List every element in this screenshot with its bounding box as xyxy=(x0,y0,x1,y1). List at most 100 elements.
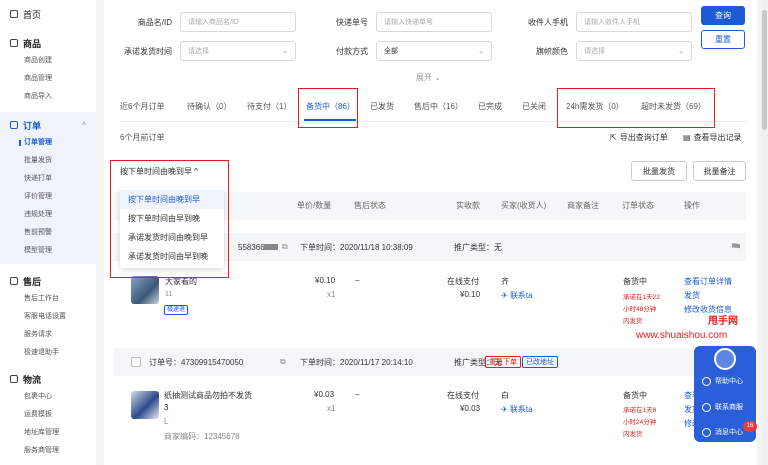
flag-label: 旗帜颜色 xyxy=(536,46,568,56)
sidebar-group-product: 商品 商品创建 商品管理 商品导入 xyxy=(0,34,96,106)
product-title-line2: 3 xyxy=(164,403,169,412)
batch-note-button[interactable]: 批量备注 xyxy=(693,161,746,181)
view-order-detail-link[interactable]: 查看订单详情 xyxy=(684,276,732,287)
sidebar-item-fast-refund[interactable]: 极速退助手 xyxy=(0,344,96,362)
phone-input[interactable]: 请输入收件人手机 xyxy=(576,12,692,32)
expand-label: 展开 xyxy=(416,73,432,82)
sidebar-item-model-manage[interactable]: 模型管理 xyxy=(0,242,96,260)
chevron-up-icon: ^ xyxy=(81,121,86,129)
filter-row-1: 商品名/ID 请输入商品名/ID 快递单号 请输入快递单号 收件人手机 请输入收… xyxy=(118,12,692,32)
old-orders-label[interactable]: 6个月前订单 xyxy=(120,132,164,143)
expand-toggle[interactable]: 展开 ⌄ xyxy=(416,72,441,83)
sidebar-item-package-center[interactable]: 包裹中心 xyxy=(0,388,96,406)
export-icon: ⇱ xyxy=(610,133,617,142)
pay-select[interactable]: 全部 ⌄ xyxy=(376,41,492,61)
tab-to-confirm[interactable]: 待确认（0） xyxy=(187,101,231,112)
unit-price: ¥0.10 xyxy=(315,276,336,285)
reset-button[interactable]: 重置 xyxy=(701,30,745,49)
ship-deadline: 承诺在1天22 xyxy=(623,294,660,301)
contact-label: 联系ta xyxy=(509,291,533,300)
sidebar-group-title-product[interactable]: 商品 xyxy=(0,34,96,52)
sidebar: 首页 商品 商品创建 商品管理 商品导入 订单 ^ 订单管理 批量发货 快递打单… xyxy=(0,0,96,465)
sidebar-item-review[interactable]: 评价管理 xyxy=(0,188,96,206)
product-spec: 11 xyxy=(165,291,173,298)
group-label: 商品 xyxy=(23,38,42,49)
product-title[interactable]: 纸抽测试商品勿拍不发货 xyxy=(164,390,252,401)
batch-ship-button[interactable]: 批量发货 xyxy=(631,161,687,181)
service-avatar[interactable] xyxy=(714,348,736,370)
express-input[interactable]: 请输入快递单号 xyxy=(376,12,492,32)
sidebar-item-product-create[interactable]: 商品创建 xyxy=(0,52,96,70)
pay-label: 付款方式 xyxy=(336,46,368,56)
order-promo: 推广类型：无 xyxy=(454,242,502,252)
pay-value: 全部 xyxy=(384,48,398,55)
sidebar-item-product-import[interactable]: 商品导入 xyxy=(0,88,96,106)
sidebar-group-title-logistics[interactable]: 物流 xyxy=(0,370,96,388)
tab-6months[interactable]: 近6个月订单 xyxy=(120,101,164,112)
product-thumbnail xyxy=(131,276,159,304)
contact-service-button[interactable]: 联系商服 xyxy=(694,402,756,412)
contact-buyer-link[interactable]: ✈ 联系ta xyxy=(501,404,533,415)
help-center-button[interactable]: 帮助中心 xyxy=(694,376,756,386)
ship-time-select[interactable]: 请选择 ⌄ xyxy=(180,41,296,61)
export-records-label: 查看导出记录 xyxy=(693,133,742,142)
export-records-link[interactable]: ▤ 查看导出记录 xyxy=(683,132,742,143)
copy-icon[interactable]: ⧉ xyxy=(280,357,286,367)
sidebar-home[interactable]: 首页 xyxy=(0,2,96,26)
flag-select[interactable]: 请选择 ⌄ xyxy=(576,41,692,61)
repeat-order-tag: 重复下单 xyxy=(485,356,521,368)
sidebar-item-batch-ship[interactable]: 批量发货 xyxy=(0,152,96,170)
sidebar-item-product-manage[interactable]: 商品管理 xyxy=(0,70,96,88)
sidebar-item-service-request[interactable]: 服务请求 xyxy=(0,326,96,344)
sidebar-group-title-aftersale[interactable]: 售后 xyxy=(0,272,96,290)
contact-label: 联系ta xyxy=(509,405,533,414)
sidebar-group-title-order[interactable]: 订单 ^ xyxy=(0,116,96,134)
sidebar-item-express-print[interactable]: 快递打单 xyxy=(0,170,96,188)
phone-label: 收件人手机 xyxy=(528,17,568,27)
th-buyer: 买家(收货人) xyxy=(501,201,547,210)
tab-to-pay[interactable]: 待支付（1） xyxy=(247,101,291,112)
sidebar-item-violation[interactable]: 违规处理 xyxy=(0,206,96,224)
order-time: 下单时间：2020/11/18 10:38:09 xyxy=(300,242,413,252)
copy-icon[interactable]: ⧉ xyxy=(282,242,288,252)
tab-shipped[interactable]: 已发货 xyxy=(370,101,394,112)
pay-method: 在线支付 xyxy=(447,391,479,400)
group-label: 售后 xyxy=(23,276,42,287)
tab-closed[interactable]: 已关闭 xyxy=(522,101,546,112)
ship-time-placeholder: 请选择 xyxy=(188,48,209,55)
contact-buyer-link[interactable]: ✈ 联系ta xyxy=(501,290,533,301)
quantity: x1 xyxy=(327,404,336,413)
scrollbar-thumb[interactable] xyxy=(762,10,767,130)
sidebar-item-aftersale-desk[interactable]: 售后工作台 xyxy=(0,290,96,308)
ship-link[interactable]: 发货 xyxy=(684,290,700,301)
sidebar-item-service-provider[interactable]: 服务商管理 xyxy=(0,442,96,460)
help-label: 帮助中心 xyxy=(715,378,743,385)
sidebar-group-logistics: 物流 包裹中心 运费模板 地址库管理 服务商管理 xyxy=(0,370,96,460)
ship-deadline: 承诺在1天8 xyxy=(623,407,657,414)
aftersale-status: – xyxy=(355,390,360,399)
tab-aftersale[interactable]: 售后中（16） xyxy=(414,101,463,112)
ship-deadline: 小时24分钟 xyxy=(623,419,657,426)
highlight-box xyxy=(298,88,358,128)
ship-time-label: 承诺发货时间 xyxy=(124,46,172,56)
sidebar-item-order-manage[interactable]: 订单管理 xyxy=(0,134,96,152)
product-label: 商品名/ID xyxy=(137,17,172,27)
export-query-link[interactable]: ⇱ 导出查询订单 xyxy=(610,132,668,143)
group-label: 订单 xyxy=(23,120,42,131)
sidebar-item-service-phone[interactable]: 客服电话设置 xyxy=(0,308,96,326)
order-checkbox[interactable] xyxy=(131,357,141,367)
sidebar-item-presale-warning[interactable]: 售前预警 xyxy=(0,224,96,242)
tab-completed[interactable]: 已完成 xyxy=(478,101,502,112)
search-button[interactable]: 查询 xyxy=(701,6,745,25)
sidebar-item-address-library[interactable]: 地址库管理 xyxy=(0,424,96,442)
message-icon xyxy=(702,427,711,437)
sidebar-item-freight-template[interactable]: 运费模板 xyxy=(0,406,96,424)
masked-text xyxy=(264,244,278,250)
group-label: 物流 xyxy=(23,374,42,385)
unit-price: ¥0.03 xyxy=(314,390,335,399)
ship-deadline: 内发货 xyxy=(623,318,643,325)
home-icon xyxy=(10,10,18,18)
flag-icon[interactable] xyxy=(732,243,740,251)
product-input[interactable]: 请输入商品名/ID xyxy=(180,12,296,32)
product-icon xyxy=(10,39,18,47)
